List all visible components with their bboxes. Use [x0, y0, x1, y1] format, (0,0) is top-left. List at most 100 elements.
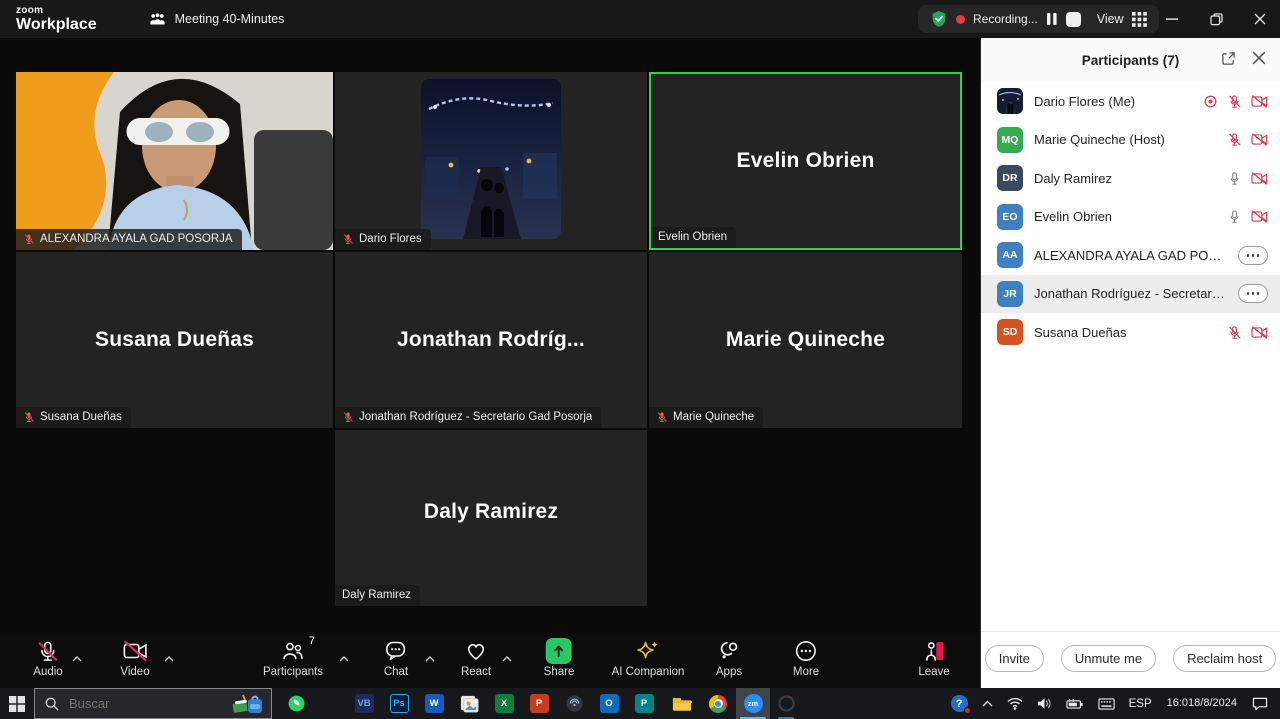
react-options-caret[interactable] — [502, 649, 512, 667]
pop-out-button[interactable] — [1221, 51, 1236, 71]
apps-label: Apps — [716, 666, 742, 678]
participants-icon — [281, 639, 305, 663]
apps-button[interactable]: Apps — [716, 638, 742, 678]
unmute-me-button[interactable]: Unmute me — [1061, 645, 1156, 672]
tray-expand-caret[interactable] — [975, 688, 1000, 719]
close-window-button[interactable] — [1240, 0, 1280, 38]
more-options-button[interactable] — [1238, 246, 1268, 265]
battery-icon[interactable] — [1059, 688, 1091, 719]
name-tag-label: Jonathan Rodríguez - Secretario Gad Poso… — [359, 411, 592, 423]
taskbar-search-box[interactable] — [34, 688, 272, 719]
share-button[interactable]: Share — [544, 638, 575, 678]
wifi-icon[interactable] — [1000, 688, 1030, 719]
restore-button[interactable] — [1196, 0, 1236, 38]
muted-mic-icon — [23, 411, 35, 423]
chrome-icon[interactable] — [701, 688, 735, 719]
whatsapp-icon[interactable] — [279, 688, 313, 719]
video-off-icon — [1251, 209, 1268, 224]
reclaim-host-button[interactable]: Reclaim host — [1173, 645, 1276, 672]
excel-icon[interactable]: X — [487, 688, 521, 719]
video-tile-jonathan[interactable]: Jonathan Rodríg... Jonathan Rodríguez - … — [335, 252, 647, 428]
muted-mic-icon — [1227, 94, 1242, 109]
video-tile-daly[interactable]: Daly Ramirez Daly Ramirez — [335, 430, 647, 606]
participant-row-susana[interactable]: SD Susana Dueñas — [981, 313, 1280, 352]
chat-button[interactable]: Chat — [384, 638, 408, 678]
muted-mic-icon — [1227, 132, 1242, 147]
participant-row-marie[interactable]: MQ Marie Quineche (Host) — [981, 121, 1280, 160]
language-indicator[interactable]: ESP — [1122, 688, 1159, 719]
volume-icon[interactable] — [1030, 688, 1059, 719]
background-app-icon[interactable] — [769, 688, 803, 719]
participants-header: Participants (7) — [981, 38, 1280, 82]
ai-companion-label: AI Companion — [612, 666, 685, 678]
help-notification-icon[interactable]: ? — [944, 688, 975, 719]
avatar: SD — [997, 319, 1023, 345]
video-tile-dario[interactable]: Dario Flores — [335, 72, 647, 250]
photoshop-icon[interactable]: Ps — [382, 688, 416, 719]
powerpoint-icon[interactable]: P — [522, 688, 556, 719]
view-button-label[interactable]: View — [1097, 12, 1124, 26]
participants-options-caret[interactable] — [339, 649, 349, 667]
video-off-icon — [1251, 94, 1268, 109]
wireless-display-icon[interactable] — [557, 688, 591, 719]
video-options-caret[interactable] — [164, 649, 174, 667]
video-tile-alexandra[interactable]: ALEXANDRA AYALA GAD POSORJA — [16, 72, 333, 250]
avatar: MQ — [997, 127, 1023, 153]
mic-on-icon — [1227, 171, 1242, 186]
minimize-button[interactable] — [1152, 0, 1192, 38]
name-tag: Evelin Obrien — [651, 227, 736, 248]
chat-options-caret[interactable] — [425, 649, 435, 667]
view-grid-icon[interactable] — [1132, 12, 1147, 27]
participant-name: Marie Quineche (Host) — [1034, 132, 1216, 147]
meeting-toolbar: Audio Video — [0, 633, 980, 688]
audio-button[interactable]: Audio — [33, 638, 62, 678]
name-tag-label: Susana Dueñas — [40, 411, 122, 423]
participant-row-alexandra[interactable]: AA ALEXANDRA AYALA GAD POSORJA — [981, 236, 1280, 275]
react-button[interactable]: React — [461, 638, 491, 678]
recording-dot-icon — [956, 15, 965, 24]
video-tile-marie[interactable]: Marie Quineche Marie Quineche — [649, 252, 962, 428]
video-tile-evelin[interactable]: Evelin Obrien Evelin Obrien — [649, 72, 962, 250]
participant-row-daly[interactable]: DR Daly Ramirez — [981, 159, 1280, 198]
audio-options-caret[interactable] — [72, 649, 82, 667]
visual-basic-icon[interactable]: VB — [347, 688, 381, 719]
recording-status-label: Recording... — [973, 12, 1038, 26]
more-options-button[interactable] — [1238, 284, 1268, 303]
participant-row-jonathan[interactable]: JR Jonathan Rodríguez - Secretario Ga... — [981, 275, 1280, 314]
zoom-app-icon[interactable]: zm — [736, 688, 770, 719]
participant-name: Evelin Obrien — [1034, 209, 1216, 224]
close-panel-button[interactable] — [1252, 51, 1266, 70]
participant-row-evelin[interactable]: EO Evelin Obrien — [981, 198, 1280, 237]
video-tile-susana[interactable]: Susana Dueñas Susana Dueñas — [16, 252, 333, 428]
participants-button[interactable]: 7 Participants — [263, 638, 323, 678]
stop-recording-button[interactable] — [1066, 12, 1081, 27]
ai-companion-button[interactable]: AI Companion — [612, 638, 685, 678]
publisher-icon[interactable]: P — [627, 688, 661, 719]
participant-row-dario[interactable]: Dario Flores (Me) — [981, 82, 1280, 121]
touch-keyboard-icon[interactable] — [1091, 688, 1122, 719]
outlook-icon[interactable]: O — [592, 688, 626, 719]
file-explorer-icon[interactable] — [665, 688, 699, 719]
search-input[interactable] — [67, 695, 223, 712]
participants-title: Participants (7) — [1082, 53, 1180, 68]
pause-recording-button[interactable] — [1046, 12, 1058, 26]
name-tag: Susana Dueñas — [16, 407, 131, 428]
name-tag-label: Daly Ramirez — [342, 589, 411, 601]
dario-profile-photo — [421, 79, 561, 239]
video-button[interactable]: Video — [120, 638, 149, 678]
meeting-tab[interactable]: Meeting 40-Minutes — [149, 12, 285, 27]
photos-icon[interactable] — [452, 688, 486, 719]
start-button[interactable] — [0, 688, 34, 719]
clock[interactable]: 16:01 8/8/2024 — [1159, 688, 1245, 719]
heart-react-icon — [464, 639, 488, 663]
participants-label: Participants — [263, 666, 323, 678]
word-icon[interactable]: W — [417, 688, 451, 719]
tile-display-name: Evelin Obrien — [651, 74, 960, 248]
more-button[interactable]: More — [793, 638, 819, 678]
leave-button[interactable]: Leave — [918, 638, 949, 678]
video-label: Video — [120, 666, 149, 678]
avatar-initials: JR — [1003, 288, 1016, 300]
invite-button[interactable]: Invite — [985, 645, 1044, 672]
leave-label: Leave — [918, 666, 949, 678]
action-center-icon[interactable] — [1245, 688, 1280, 719]
